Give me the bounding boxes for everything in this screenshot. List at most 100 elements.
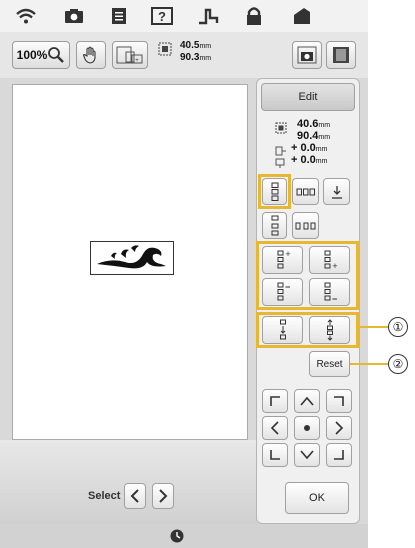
- offset-y: + 0.0: [291, 154, 316, 166]
- size-unit: mm: [199, 43, 212, 50]
- hand-icon: [82, 46, 96, 64]
- flourish-pattern-icon: [97, 245, 166, 269]
- hoop-preview-button[interactable]: +: [112, 41, 148, 69]
- chevron-down-icon: [300, 450, 314, 460]
- svg-text:+: +: [285, 250, 290, 259]
- magnifier-icon: [48, 47, 65, 63]
- panel-unit-4: mm: [315, 158, 328, 165]
- vertical-stack-icon: [271, 182, 278, 201]
- offset-x: + 0.0: [291, 142, 316, 154]
- move-up-button[interactable]: [294, 389, 320, 413]
- select-label: Select: [88, 490, 121, 502]
- camera-frame-icon: [297, 46, 317, 64]
- chevron-left-icon: [130, 489, 139, 503]
- zoom-button[interactable]: 100%: [12, 41, 70, 69]
- spread-vertical-button[interactable]: [309, 316, 350, 344]
- hand-pan-button[interactable]: [76, 41, 106, 69]
- callout-2: ②: [388, 354, 408, 374]
- horizontal-layout-button[interactable]: [292, 178, 319, 205]
- callout-1: ①: [388, 317, 408, 337]
- presser-foot-icon[interactable]: [196, 5, 220, 27]
- move-up-right-button[interactable]: [326, 389, 352, 413]
- hoop-icon: +: [116, 46, 143, 64]
- device-screen: ? 100% + 40.5mm 90.3mm Select Edit 40.6m…: [0, 0, 368, 548]
- panel-width: 40.6: [297, 118, 319, 130]
- pattern-frame[interactable]: [90, 241, 174, 275]
- toolbar: 100% + 40.5mm 90.3mm: [0, 32, 368, 78]
- select-next-button[interactable]: [152, 483, 174, 509]
- reset-label: Reset: [316, 358, 343, 370]
- svg-text:?: ?: [158, 9, 166, 24]
- pack-vertical-button[interactable]: [262, 316, 303, 344]
- size-frame-icon: [275, 121, 287, 139]
- callout-line-2: [350, 363, 388, 365]
- background-icon: [333, 47, 349, 63]
- move-down-right-button[interactable]: [326, 443, 352, 467]
- reduce-bottom-space-button[interactable]: [309, 278, 350, 306]
- svg-text:+: +: [135, 58, 139, 64]
- zoom-label: 100%: [16, 48, 48, 62]
- align-bottom-button[interactable]: [323, 178, 350, 205]
- horizontal-split-icon: [295, 222, 315, 229]
- panel-unit: mm: [318, 122, 331, 129]
- top-bar: ?: [0, 0, 368, 32]
- pack-icon: [279, 319, 286, 340]
- background-toggle-button[interactable]: [326, 41, 356, 69]
- move-down-left-button[interactable]: [262, 443, 288, 467]
- arrow-down-bar-icon: [331, 185, 342, 199]
- ok-button[interactable]: OK: [285, 482, 349, 514]
- add-space-bottom-icon: +: [324, 250, 337, 270]
- add-top-space-button[interactable]: +: [262, 246, 303, 274]
- size-width: 40.5: [180, 40, 200, 51]
- chevron-up-icon: [300, 396, 314, 406]
- embroidery-canvas[interactable]: [12, 84, 248, 440]
- status-bar: [0, 524, 368, 548]
- add-bottom-space-button[interactable]: +: [309, 246, 350, 274]
- move-up-left-button[interactable]: [262, 389, 288, 413]
- panel-unit-2: mm: [318, 134, 331, 141]
- callout-2-label: ②: [392, 357, 404, 371]
- callout-line-1: [356, 326, 388, 328]
- center-dot-icon: [304, 425, 310, 431]
- offset-y-icon: [275, 155, 287, 173]
- size-icon: [158, 42, 172, 56]
- lock-icon[interactable]: [242, 5, 266, 27]
- help-icon[interactable]: ?: [150, 5, 174, 27]
- reduce-top-space-button[interactable]: [262, 278, 303, 306]
- chevron-right-icon: [335, 421, 344, 435]
- ok-label: OK: [309, 492, 325, 504]
- svg-text:+: +: [332, 261, 337, 270]
- horizontal-row-icon: [296, 188, 315, 195]
- move-right-button[interactable]: [326, 416, 352, 440]
- reset-button[interactable]: Reset: [309, 351, 350, 377]
- edit-panel: Edit 40.6mm 90.4mm + 0.0mm + 0.0mm + + R…: [256, 78, 360, 524]
- panel-unit-3: mm: [315, 146, 328, 153]
- spread-icon: [326, 319, 333, 341]
- bottom-bar: Select: [0, 440, 258, 524]
- wifi-icon[interactable]: [14, 5, 38, 27]
- document-icon[interactable]: [107, 5, 131, 27]
- reduce-space-top-icon: [277, 282, 290, 301]
- center-button[interactable]: [294, 416, 320, 440]
- size-unit-2: mm: [199, 55, 212, 62]
- move-down-button[interactable]: [294, 443, 320, 467]
- vertical-split-layout-button[interactable]: [262, 212, 287, 239]
- corner-up-left-icon: [270, 396, 280, 406]
- scan-camera-button[interactable]: [292, 41, 322, 69]
- move-left-button[interactable]: [262, 416, 288, 440]
- corner-down-right-icon: [334, 450, 344, 460]
- horizontal-split-layout-button[interactable]: [292, 212, 319, 239]
- vertical-split-icon: [271, 215, 278, 235]
- vertical-layout-button[interactable]: [262, 178, 287, 205]
- reduce-space-bottom-icon: [324, 282, 337, 301]
- corner-down-left-icon: [270, 450, 280, 460]
- clock-icon[interactable]: [170, 529, 184, 548]
- chevron-right-icon: [159, 489, 168, 503]
- edit-button[interactable]: Edit: [261, 83, 355, 111]
- camera-icon[interactable]: [62, 5, 86, 27]
- callout-1-label: ①: [392, 320, 404, 334]
- corner-up-right-icon: [334, 396, 344, 406]
- select-prev-button[interactable]: [124, 483, 146, 509]
- add-space-top-icon: +: [277, 250, 290, 269]
- home-icon[interactable]: [290, 5, 314, 27]
